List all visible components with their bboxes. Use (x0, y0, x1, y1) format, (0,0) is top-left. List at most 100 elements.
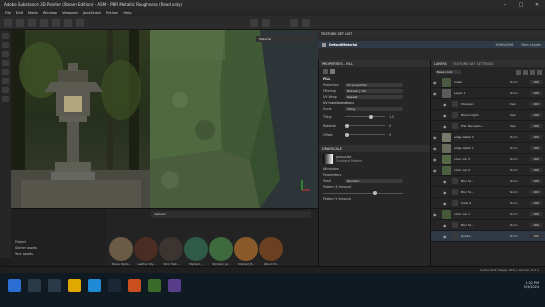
picker-tool-icon[interactable] (76, 19, 84, 27)
menu-help[interactable]: Help (123, 11, 131, 15)
material-thumb[interactable]: Shiri Histi... (159, 237, 184, 267)
texture-set-resolution[interactable]: 4096x4096 (495, 43, 513, 47)
visibility-eye-icon[interactable]: ◉ (443, 179, 448, 184)
layer-blend[interactable]: Norm (510, 212, 530, 216)
material-thumb[interactable]: Leather Sty... (134, 237, 159, 267)
pattern-x-knob[interactable] (373, 191, 377, 195)
layer-blend[interactable]: Norm (510, 234, 530, 238)
material-thumb[interactable]: Stylized_B... (234, 237, 259, 267)
visibility-eye-icon[interactable]: ◉ (433, 91, 438, 96)
clone-icon[interactable] (2, 78, 9, 84)
visibility-icon[interactable] (322, 42, 326, 47)
layer-blend[interactable]: Norm (510, 168, 530, 172)
reference-photo-viewport[interactable] (11, 30, 150, 208)
layer-opacity[interactable]: 100 (530, 234, 542, 238)
scale-dropdown[interactable]: Tiling (345, 106, 403, 112)
layer-row[interactable]: ◉ edge detail 2 Norm 100 (431, 132, 545, 143)
visibility-eye-icon[interactable]: ◉ (443, 124, 448, 129)
material-mode-dropdown[interactable]: Material (256, 36, 314, 42)
app2-icon[interactable] (168, 279, 181, 292)
add-folder-icon[interactable] (530, 69, 535, 75)
rotation-slider[interactable] (345, 123, 385, 128)
layer-effect-row[interactable]: ◉ Blur Sl... Norm 100 (431, 220, 545, 231)
menu-file[interactable]: File (5, 11, 11, 15)
pattern-x-slider[interactable] (323, 191, 403, 195)
visibility-eye-icon[interactable]: ◉ (433, 146, 438, 151)
material-thumb[interactable]: Stylized_Gr... (209, 237, 234, 267)
browser-icon[interactable] (88, 279, 101, 292)
maximize-button[interactable]: □ (513, 2, 529, 8)
camera-icon[interactable] (262, 19, 270, 27)
close-button[interactable]: ✕ (529, 2, 545, 8)
render-icon[interactable] (290, 19, 298, 27)
rotation-slider-knob[interactable] (345, 123, 349, 128)
settings-icon[interactable] (302, 19, 310, 27)
channel-tab-icon[interactable] (330, 69, 335, 74)
layer-opacity[interactable]: 100 (530, 179, 542, 183)
layer-row[interactable]: ◉ mask Norm 100 (431, 77, 545, 88)
layer-blend[interactable]: Repl (510, 124, 530, 128)
3d-viewport[interactable]: Material (150, 30, 318, 208)
add-paint-layer-icon[interactable] (523, 69, 528, 75)
visibility-eye-icon[interactable]: ◉ (433, 157, 438, 162)
layer-row[interactable]: ◉ Layer 1 Norm 100 (431, 88, 545, 99)
tiling-slider[interactable] (345, 114, 385, 119)
visibility-eye-icon[interactable]: ◉ (443, 223, 448, 228)
layer-effect-row[interactable]: ◉ Blur Sl... Norm 100 (431, 176, 545, 187)
minimize-button[interactable]: – (497, 2, 513, 8)
visibility-eye-icon[interactable]: ◉ (443, 113, 448, 118)
layer-opacity[interactable]: 100 (530, 157, 542, 161)
offset-slider[interactable] (345, 132, 385, 137)
texture-set-shader[interactable]: Main shader (521, 43, 541, 47)
projection-dropdown[interactable]: UV projection (345, 82, 403, 88)
channel-dropdown[interactable]: Base color (435, 69, 461, 75)
layer-opacity[interactable]: 100 (530, 113, 542, 117)
layer-effect-row[interactable]: ◉ HSL Perceptu... Repl 100 (431, 121, 545, 132)
menu-mode[interactable]: Mode (28, 11, 38, 15)
tab-layers[interactable]: LAYERS (434, 62, 447, 66)
layer-effect-row-selected[interactable]: ◉ Grade... Norm 100 (431, 231, 545, 242)
layer-blend[interactable]: Norm (510, 135, 530, 139)
layer-opacity[interactable]: 100 (530, 135, 542, 139)
layer-row[interactable]: ◉ color var 1 Norm 100 (431, 209, 545, 220)
layer-blend[interactable]: Norm (510, 201, 530, 205)
material-thumb[interactable]: Wood Ch... (259, 237, 284, 267)
layer-row[interactable]: ◉ color var 2 Norm 100 (431, 165, 545, 176)
tiling-value[interactable]: 1.5 (389, 115, 394, 119)
layer-opacity[interactable]: 100 (530, 91, 542, 95)
layer-opacity[interactable]: 100 (530, 223, 542, 227)
layer-blend[interactable]: Repl (510, 102, 530, 106)
visibility-eye-icon[interactable]: ◉ (443, 190, 448, 195)
layer-opacity[interactable]: 100 (530, 190, 542, 194)
bake-icon[interactable] (2, 96, 9, 102)
smudge-icon[interactable] (2, 69, 9, 75)
layer-opacity[interactable]: 100 (530, 146, 542, 150)
layer-opacity[interactable]: 100 (530, 124, 542, 128)
material-tab-icon[interactable] (323, 69, 328, 74)
layer-blend[interactable]: Norm (510, 157, 530, 161)
layer-blend[interactable]: Norm (510, 223, 530, 227)
tiling-slider-knob[interactable] (369, 114, 373, 119)
visibility-eye-icon[interactable]: ◉ (433, 135, 438, 140)
layer-opacity[interactable]: 100 (530, 168, 542, 172)
layer-blend[interactable]: Norm (510, 190, 530, 194)
tab-texture-set-settings[interactable]: TEXTURE SET SETTINGS (453, 62, 494, 66)
visibility-eye-icon[interactable]: ◉ (433, 212, 438, 217)
uv-wrap-dropdown[interactable]: Repeat (345, 94, 403, 100)
filtering-dropdown[interactable]: Bilinear | HQ (345, 88, 403, 94)
rotation-value[interactable]: 0 (389, 124, 391, 128)
search-icon[interactable] (28, 279, 41, 292)
grayscale-resource[interactable]: grayscale Gradient Pattern (319, 152, 430, 166)
material-thumb[interactable]: Stone Stylis... (109, 237, 134, 267)
layer-row[interactable]: ◉ color var 3 Norm 100 (431, 154, 545, 165)
menu-window[interactable]: Window (43, 11, 57, 15)
app-icon[interactable] (128, 279, 141, 292)
start-menu-icon[interactable] (8, 279, 21, 292)
shelf-search-input[interactable]: stylized (151, 211, 311, 218)
visibility-eye-icon[interactable]: ◉ (433, 80, 438, 85)
layer-opacity[interactable]: 100 (530, 102, 542, 106)
layer-effect-row[interactable]: ◉ Sharpen Repl 100 (431, 99, 545, 110)
layer-blend[interactable]: Norm (510, 91, 530, 95)
layer-row[interactable]: ◉ edge detail 1 Norm 100 (431, 143, 545, 154)
menu-python[interactable]: Python (106, 11, 118, 15)
